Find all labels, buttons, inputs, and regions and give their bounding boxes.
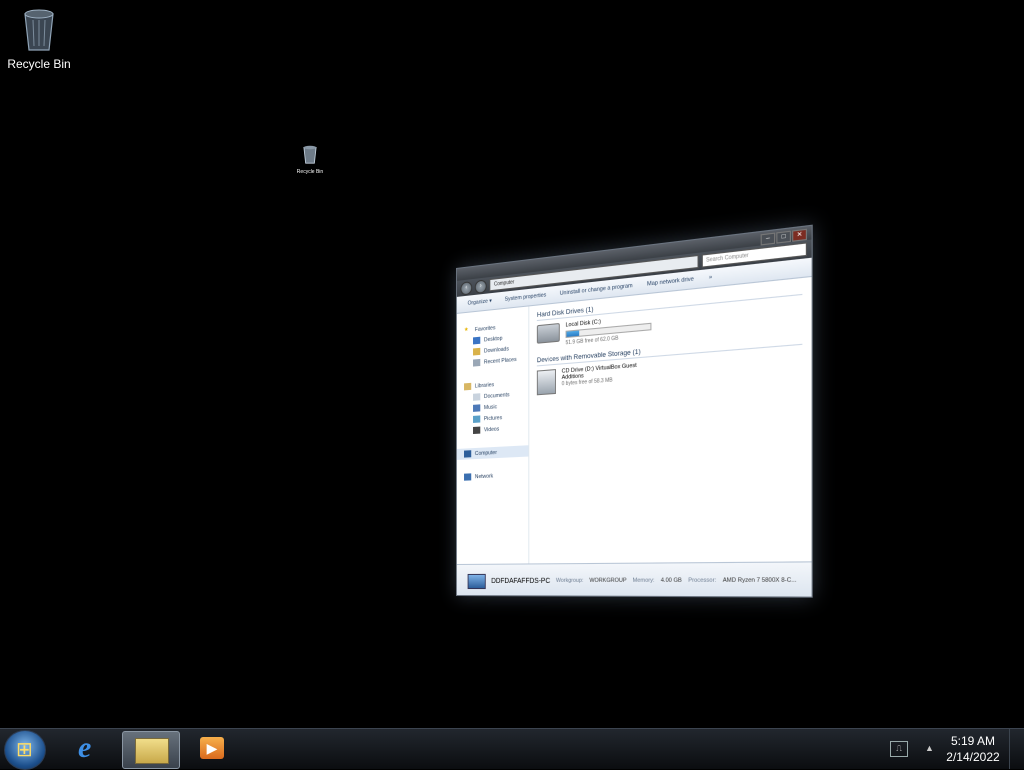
disk-usage-fill <box>566 330 580 337</box>
libraries-icon <box>464 382 472 391</box>
recycle-bin-preview-label: Recycle Bin <box>296 169 324 175</box>
nav-favorites-label: Favorites <box>474 324 496 333</box>
nav-libraries-label: Libraries <box>474 381 495 390</box>
network-icon <box>464 473 472 481</box>
cd-drive-icon <box>536 369 556 396</box>
content-pane: Hard Disk Drives (1) Local Disk (C:) 51.… <box>529 277 811 563</box>
clock-time: 5:19 AM <box>950 734 996 748</box>
computer-icon <box>464 450 472 458</box>
navigation-pane: ★ Favorites Desktop Downloads Recent Plac… <box>456 306 530 564</box>
organize-button[interactable]: Organize ▾ <box>468 298 492 307</box>
recycle-bin-icon <box>24 9 54 51</box>
recent-places-icon <box>473 358 481 367</box>
music-icon <box>473 404 481 412</box>
recycle-bin-preview-icon: Recycle Bin <box>290 144 330 175</box>
main-area: ★ Favorites Desktop Downloads Recent Plac… <box>456 277 812 564</box>
nav-network-label: Network <box>474 472 494 480</box>
nav-downloads-label: Downloads <box>483 345 509 355</box>
internet-explorer-taskbar-button[interactable] <box>62 731 118 767</box>
start-button[interactable] <box>4 730 46 770</box>
downloads-icon <box>473 347 481 356</box>
map-network-drive-button[interactable]: Map network drive <box>647 276 694 288</box>
documents-icon <box>473 393 481 401</box>
processor-label: Processor: <box>688 577 717 585</box>
nav-videos-label: Videos <box>483 425 500 433</box>
network-tray-icon[interactable]: ⎍ <box>890 741 908 757</box>
memory-value: 4.00 GB <box>660 577 682 585</box>
nav-recent-label: Recent Places <box>483 356 517 366</box>
media-player-taskbar-button[interactable] <box>184 731 240 767</box>
taskbar: ⎍ ▲ 5:19 AM 2/14/2022 <box>0 728 1024 770</box>
nav-network[interactable]: Network <box>457 469 528 483</box>
back-button[interactable]: ‹ <box>460 280 473 296</box>
workgroup-value: WORKGROUP <box>589 577 627 585</box>
processor-value: AMD Ryzen 7 5800X 8-C... <box>722 577 797 585</box>
details-pane: DDFDAFAFFDS-PC Workgroup: WORKGROUP Memo… <box>456 561 812 598</box>
explorer-window[interactable]: – □ ✕ ‹ › Computer Search Computer Organ… <box>456 224 813 598</box>
explorer-window-container: – □ ✕ ‹ › Computer Search Computer Organ… <box>456 224 813 598</box>
computer-details-icon <box>467 573 486 589</box>
desktop-icon <box>473 336 481 345</box>
pc-name: DDFDAFAFFDS-PC <box>491 577 551 585</box>
star-icon: ★ <box>464 326 469 334</box>
recycle-bin-desktop-icon[interactable]: Recycle Bin <box>4 6 74 71</box>
close-button[interactable]: ✕ <box>792 228 807 242</box>
nav-computer[interactable]: Computer <box>456 445 529 460</box>
recycle-bin-label: Recycle Bin <box>7 57 71 71</box>
nav-computer-label: Computer <box>474 449 497 457</box>
windows-explorer-taskbar-button[interactable] <box>122 731 180 769</box>
forward-button[interactable]: › <box>474 278 487 294</box>
videos-icon <box>473 426 481 435</box>
nav-music-label: Music <box>483 403 498 411</box>
maximize-button[interactable]: □ <box>776 230 791 244</box>
recycle-bin-icon-small <box>303 145 317 164</box>
show-desktop-button[interactable] <box>1009 729 1024 769</box>
memory-label: Memory: <box>632 577 655 585</box>
show-hidden-icons-button[interactable]: ▲ <box>925 743 934 753</box>
system-properties-button[interactable]: System properties <box>505 292 547 303</box>
nav-desktop-label: Desktop <box>483 335 503 343</box>
hard-drive-icon <box>536 322 560 344</box>
more-commands-button[interactable]: » <box>709 274 712 281</box>
minimize-button[interactable]: – <box>760 232 776 246</box>
pictures-icon <box>473 415 481 423</box>
nav-pictures-label: Pictures <box>483 414 503 422</box>
nav-documents-label: Documents <box>483 391 510 400</box>
clock-date: 2/14/2022 <box>946 750 1000 764</box>
workgroup-label: Workgroup: <box>555 577 584 585</box>
uninstall-program-button[interactable]: Uninstall or change a program <box>560 283 633 297</box>
clock[interactable]: 5:19 AM 2/14/2022 <box>940 733 1006 765</box>
